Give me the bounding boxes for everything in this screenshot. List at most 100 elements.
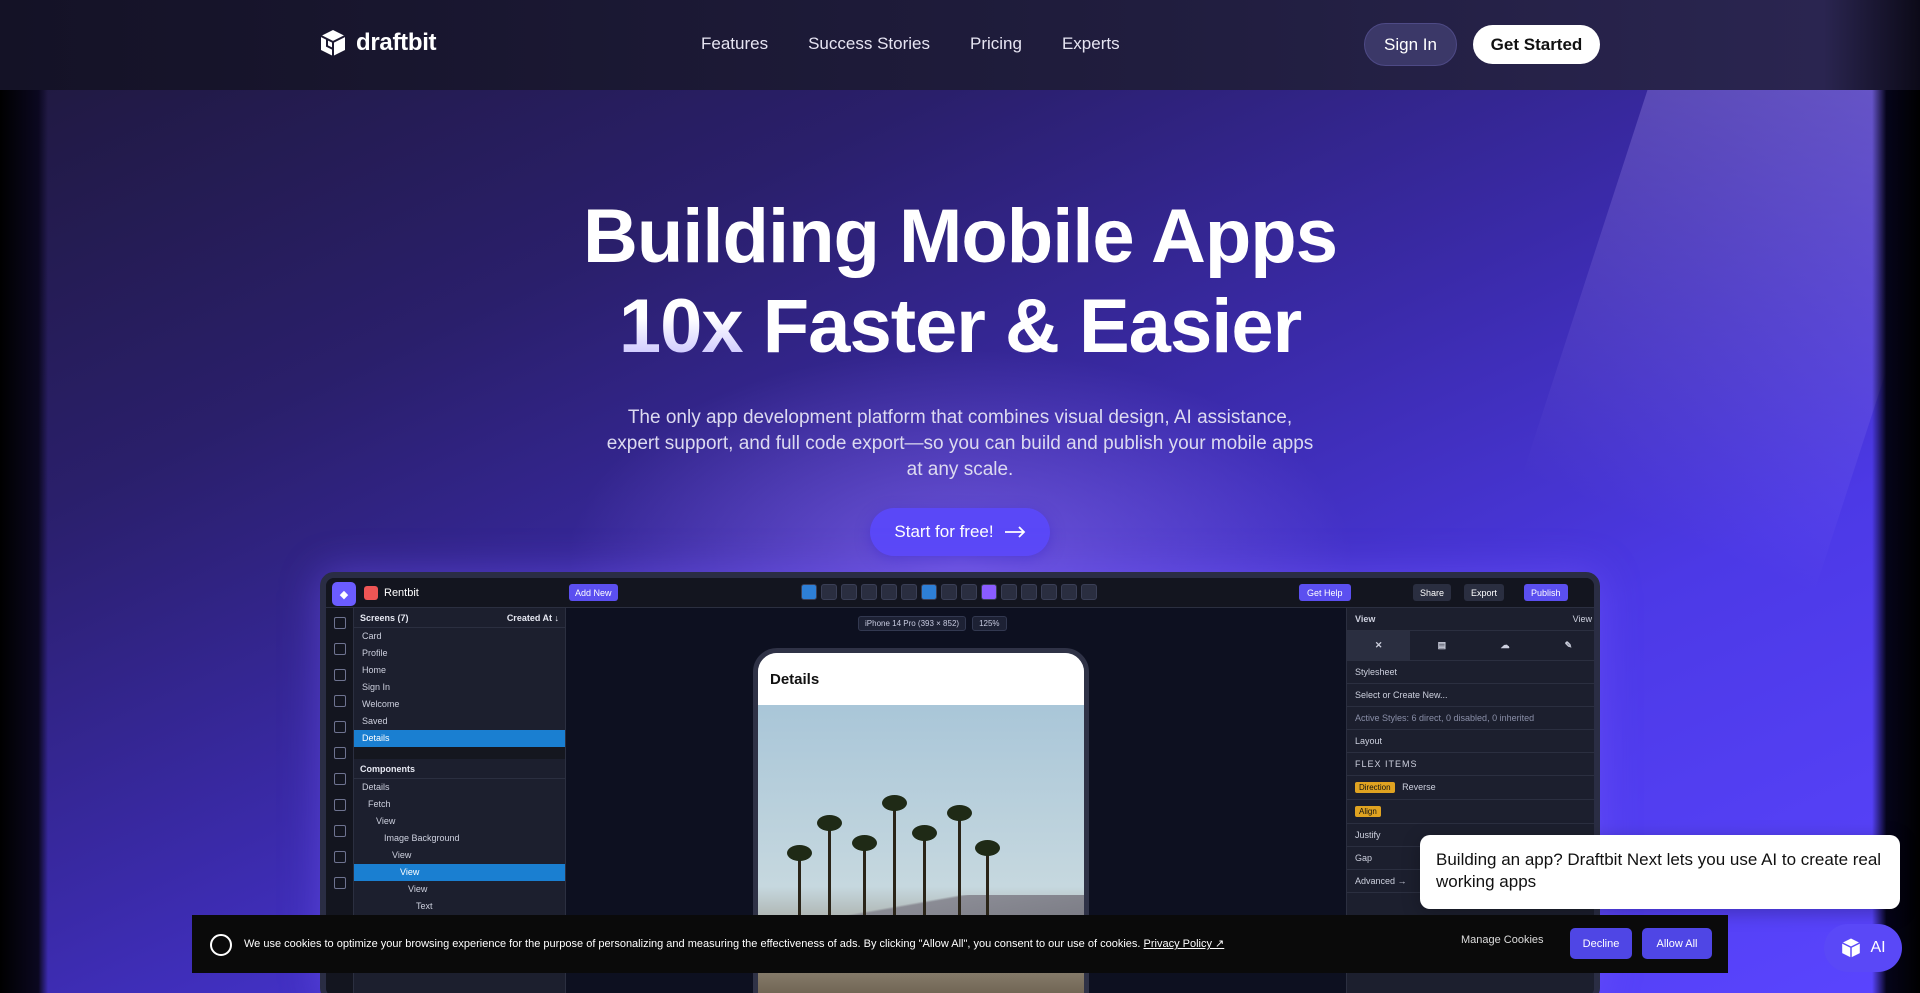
desktop-icon[interactable] <box>861 584 877 600</box>
pages-icon[interactable] <box>333 617 346 629</box>
hero-title-line2: 10x Faster & Easier <box>0 282 1920 372</box>
get-help-button[interactable]: Get Help <box>1299 584 1351 601</box>
theme-icon[interactable] <box>981 584 997 600</box>
tree-item[interactable]: Fetch <box>354 796 565 813</box>
screens-header: Screens (7) Created At ↓ <box>354 608 565 628</box>
sign-in-button[interactable]: Sign In <box>1364 23 1457 66</box>
manage-cookies-link[interactable]: Manage Cookies <box>1461 934 1544 946</box>
tree-item[interactable]: View <box>354 847 565 864</box>
active-styles-text: Active Styles: 6 direct, 0 disabled, 0 i… <box>1347 707 1594 730</box>
start-free-button[interactable]: Start for free! <box>870 508 1050 556</box>
get-started-button[interactable]: Get Started <box>1473 25 1600 64</box>
ai-chat-button[interactable]: AI <box>1824 924 1902 972</box>
components-header: Components <box>354 759 565 779</box>
share-icon[interactable] <box>333 669 346 681</box>
screens-filter[interactable]: Created At ↓ <box>507 613 559 623</box>
tree-item[interactable]: Image Background <box>354 830 565 847</box>
layout-section[interactable]: Layout <box>1347 730 1594 753</box>
chat-message: Building an app? Draftbit Next lets you … <box>1436 850 1882 891</box>
nav-features[interactable]: Features <box>701 34 768 54</box>
reverse-toggle[interactable]: Reverse <box>1402 782 1436 792</box>
logo-text: draftbit <box>356 29 437 56</box>
tree-item[interactable]: View <box>354 813 565 830</box>
device-dropdown[interactable]: iPhone 14 Pro (393 × 852) <box>858 616 967 631</box>
properties-title: View <box>1355 614 1376 624</box>
components-title: Components <box>360 764 415 774</box>
hero-title-line1: Building Mobile Apps <box>583 194 1338 279</box>
wand-tab-icon[interactable]: ✎ <box>1537 631 1594 660</box>
data-tab-icon[interactable]: ▤ <box>1410 631 1473 660</box>
privacy-policy-link[interactable]: Privacy Policy ↗ <box>1144 938 1225 950</box>
align-row: Align <box>1347 800 1594 824</box>
arrow-right-icon <box>1004 526 1025 538</box>
database-icon[interactable] <box>333 799 346 811</box>
screens-title: Screens (7) <box>360 613 409 623</box>
screen-item[interactable]: Profile <box>354 645 565 662</box>
zoom-dropdown[interactable]: 125% <box>972 616 1007 631</box>
panel-divider <box>354 747 565 759</box>
tree-item[interactable]: Text <box>354 898 565 915</box>
eye-icon[interactable] <box>333 695 346 707</box>
properties-header: View View <box>1347 608 1594 631</box>
share-button[interactable]: Share <box>1413 584 1452 601</box>
cookie-text: We use cookies to optimize your browsing… <box>244 937 1224 950</box>
menu-icon[interactable] <box>1081 584 1097 600</box>
nav-success-stories[interactable]: Success Stories <box>808 34 930 54</box>
add-new-button[interactable]: Add New <box>569 584 618 601</box>
hero-title-rest: Faster & Easier <box>742 284 1302 369</box>
flex-items-label: FLEX ITEMS <box>1347 753 1594 776</box>
tree-item-selected[interactable]: View <box>354 864 565 881</box>
ai-label: AI <box>1870 939 1886 956</box>
screen-item[interactable]: Welcome <box>354 696 565 713</box>
grid-icon[interactable] <box>901 584 917 600</box>
screen-item[interactable]: Home <box>354 662 565 679</box>
play-icon[interactable] <box>1061 584 1077 600</box>
stylesheet-section[interactable]: Stylesheet <box>1347 661 1594 684</box>
code-icon[interactable] <box>333 773 346 785</box>
dark-icon[interactable] <box>941 584 957 600</box>
publish-button[interactable]: Publish <box>1524 584 1568 601</box>
image-icon[interactable] <box>333 825 346 837</box>
components-icon[interactable] <box>333 643 346 655</box>
main-nav: Features Success Stories Pricing Experts <box>701 34 1120 54</box>
project-icon <box>364 586 378 600</box>
variable-icon[interactable] <box>333 877 346 889</box>
screen-item[interactable]: Saved <box>354 713 565 730</box>
tree-item[interactable]: View <box>354 881 565 898</box>
cookie-icon <box>210 934 232 956</box>
styles-tab-icon[interactable]: ✕ <box>1347 631 1411 660</box>
function-icon[interactable] <box>333 851 346 863</box>
cookie-banner: We use cookies to optimize your browsing… <box>192 915 1728 973</box>
nav-pricing[interactable]: Pricing <box>970 34 1022 54</box>
cloud-tab-icon[interactable]: ☁ <box>1474 631 1537 660</box>
screen-item[interactable]: Sign In <box>354 679 565 696</box>
monitor-icon[interactable] <box>881 584 897 600</box>
cloud-icon[interactable] <box>961 584 977 600</box>
left-edge <box>0 0 48 993</box>
laptop-icon[interactable] <box>841 584 857 600</box>
style-select[interactable]: Select or Create New... <box>1347 684 1594 707</box>
builder-topbar: ◆ Rentbit Add New Get Help Share Export … <box>326 578 1594 608</box>
assets-icon[interactable] <box>333 721 346 733</box>
device-toolbar <box>801 584 1097 600</box>
screen-item-selected[interactable]: Details <box>354 730 565 747</box>
device-selector: iPhone 14 Pro (393 × 852) 125% <box>858 616 1007 631</box>
direction-row: Direction Reverse <box>1347 776 1594 800</box>
chat-bubble[interactable]: Building an app? Draftbit Next lets you … <box>1420 835 1900 909</box>
screen-item[interactable]: Card <box>354 628 565 645</box>
decline-button[interactable]: Decline <box>1570 928 1632 959</box>
phone-icon[interactable] <box>801 584 817 600</box>
light-icon[interactable] <box>921 584 937 600</box>
tree-item[interactable]: Details <box>354 779 565 796</box>
bolt-icon[interactable] <box>333 747 346 759</box>
site-header: draftbit Features Success Stories Pricin… <box>0 0 1920 90</box>
export-button[interactable]: Export <box>1464 584 1505 601</box>
nav-experts[interactable]: Experts <box>1062 34 1120 54</box>
sun-icon[interactable] <box>1041 584 1057 600</box>
text-icon[interactable] <box>1021 584 1037 600</box>
allow-all-button[interactable]: Allow All <box>1642 928 1712 959</box>
tablet-icon[interactable] <box>821 584 837 600</box>
cookie-message: We use cookies to optimize your browsing… <box>244 938 1141 950</box>
chevron-down-icon[interactable] <box>1001 584 1017 600</box>
logo[interactable]: draftbit <box>318 28 437 58</box>
